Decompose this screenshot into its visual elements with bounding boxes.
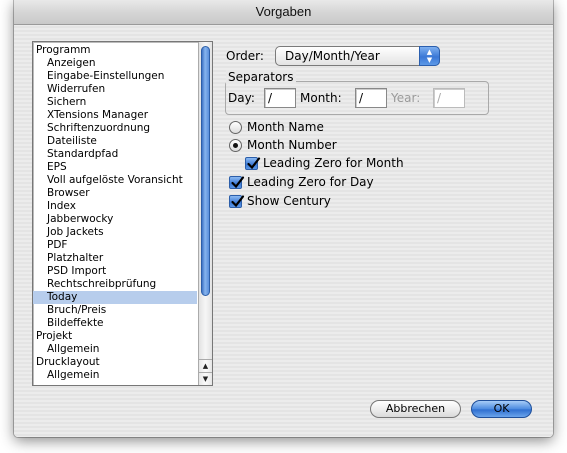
list-item[interactable]: Eingabe-Einstellungen xyxy=(33,70,197,83)
leading-zero-day-checkbox[interactable] xyxy=(229,176,245,189)
list-item[interactable]: Voll aufgelöste Voransicht xyxy=(33,174,197,187)
cancel-button[interactable]: Abbrechen xyxy=(370,400,461,418)
list-item[interactable]: Bildeffekte xyxy=(33,317,197,330)
preferences-dialog: Vorgaben Programm Anzeigen Eingabe-Einstel… xyxy=(14,0,553,437)
separators-title: Separators xyxy=(226,70,296,84)
leading-zero-month-label: Leading Zero for Month xyxy=(263,156,404,170)
month-separator-field[interactable]: / xyxy=(355,88,387,108)
year-separator-label: Year: xyxy=(391,91,421,105)
day-separator-field[interactable]: / xyxy=(264,88,296,108)
checkmark-icon xyxy=(247,157,261,170)
month-name-label: Month Name xyxy=(247,120,324,134)
month-number-label: Month Number xyxy=(247,138,337,152)
order-popup[interactable]: Day/Month/Year ▲ ▼ xyxy=(275,46,440,66)
list-item[interactable]: Standardpfad xyxy=(33,148,197,161)
month-number-radio[interactable] xyxy=(229,139,242,152)
checkmark-icon xyxy=(231,176,245,189)
list-item[interactable]: Rechtschreibprüfung xyxy=(33,278,197,291)
list-item[interactable]: Anzeigen xyxy=(33,57,197,70)
month-name-radio[interactable] xyxy=(229,121,242,134)
list-item[interactable]: Jabberwocky xyxy=(33,213,197,226)
list-item[interactable]: Schriftenzuordnung xyxy=(33,122,197,135)
list-item[interactable]: Dateiliste xyxy=(33,135,197,148)
list-item[interactable]: Today xyxy=(33,291,197,304)
today-settings-panel: Order: Day/Month/Year ▲ ▼ Separators Day:… xyxy=(220,41,538,383)
list-item[interactable]: Widerrufen xyxy=(33,83,197,96)
scroll-up-arrow-icon[interactable]: ▲ xyxy=(199,359,212,372)
ok-button[interactable]: OK xyxy=(471,400,532,418)
list-item[interactable]: Sichern xyxy=(33,96,197,109)
preferences-category-list[interactable]: Programm Anzeigen Eingabe-Einstellungen Wid… xyxy=(32,41,213,386)
list-scrollbar[interactable]: ▲ ▼ xyxy=(198,42,212,385)
order-popup-value: Day/Month/Year xyxy=(285,49,380,63)
list-item[interactable]: Platzhalter xyxy=(33,252,197,265)
month-separator-label: Month: xyxy=(300,91,342,105)
list-item[interactable]: XTensions Manager xyxy=(33,109,197,122)
scrollbar-thumb[interactable] xyxy=(201,46,210,296)
window-title: Vorgaben xyxy=(14,0,553,25)
list-item[interactable]: Bruch/Preis xyxy=(33,304,197,317)
list-item[interactable]: PDF xyxy=(33,239,197,252)
category-items: Programm Anzeigen Eingabe-Einstellungen Wid… xyxy=(33,44,197,382)
popup-arrows-icon: ▲ ▼ xyxy=(419,46,440,66)
checkmark-icon xyxy=(231,195,245,208)
list-item[interactable]: Job Jackets xyxy=(33,226,197,239)
list-item[interactable]: EPS xyxy=(33,161,197,174)
list-group-header[interactable]: Projekt xyxy=(33,330,197,343)
day-separator-label: Day: xyxy=(228,91,255,105)
show-century-label: Show Century xyxy=(247,194,331,208)
year-separator-field[interactable]: / xyxy=(433,88,465,108)
scroll-down-arrow-icon[interactable]: ▼ xyxy=(199,372,212,385)
list-item[interactable]: PSD Import xyxy=(33,265,197,278)
list-item[interactable]: Allgemein xyxy=(33,343,197,356)
leading-zero-month-checkbox[interactable] xyxy=(245,157,261,170)
list-group-header[interactable]: Drucklayout xyxy=(33,356,197,369)
list-group-header[interactable]: Programm xyxy=(33,44,197,57)
list-item[interactable]: Allgemein xyxy=(33,369,197,382)
list-item[interactable]: Browser xyxy=(33,187,197,200)
order-label: Order: xyxy=(226,49,264,63)
leading-zero-day-label: Leading Zero for Day xyxy=(247,175,374,189)
list-item[interactable]: Index xyxy=(33,200,197,213)
show-century-checkbox[interactable] xyxy=(229,195,245,208)
